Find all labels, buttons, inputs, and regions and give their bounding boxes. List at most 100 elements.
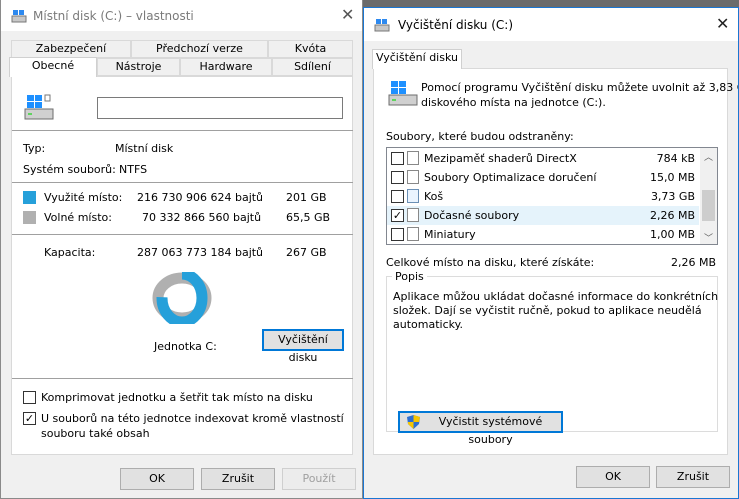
disk-cleanup-icon bbox=[374, 19, 390, 32]
ok-button[interactable]: OK bbox=[120, 468, 194, 490]
type-label: Typ: bbox=[23, 142, 46, 155]
description-text-line2: složek. Dají se vyčistit ručně, pokud to… bbox=[393, 304, 702, 317]
disk-cleanup-button[interactable]: Vyčištění disku bbox=[262, 329, 344, 364]
tab-security[interactable]: Zabezpečení bbox=[11, 40, 131, 58]
tab-sharing-label: Sdílení bbox=[294, 60, 331, 73]
total-space-label: Celkové místo na disku, které získáte: bbox=[386, 256, 595, 269]
properties-titlebar[interactable]: Místní disk (C:) – vlastnosti ✕ bbox=[1, 0, 362, 31]
list-scrollbar[interactable]: ︿ ﹀ bbox=[700, 148, 717, 244]
item-checkbox[interactable] bbox=[391, 190, 404, 203]
item-checkbox[interactable]: ✓ bbox=[391, 209, 404, 222]
drive-icon bbox=[11, 10, 27, 23]
divider bbox=[12, 234, 353, 235]
item-size: 3,73 GB bbox=[650, 190, 695, 203]
close-icon[interactable]: ✕ bbox=[716, 16, 729, 32]
index-label-line1: U souborů na této jednotce indexovat kro… bbox=[41, 412, 344, 425]
drive-large-icon bbox=[24, 94, 54, 120]
compress-label: Komprimovat jednotku a šetřit tak místo … bbox=[41, 391, 313, 404]
item-checkbox[interactable] bbox=[391, 228, 404, 241]
cleanup-title: Vyčištění disku (C:) bbox=[398, 18, 514, 32]
properties-dialog: Místní disk (C:) – vlastnosti ✕ Zabezpeč… bbox=[0, 0, 363, 499]
divider bbox=[12, 182, 353, 183]
apply-button[interactable]: Použít bbox=[282, 468, 356, 490]
compress-checkbox[interactable] bbox=[23, 391, 36, 404]
tab-disk-cleanup[interactable]: Vyčištění disku bbox=[372, 49, 462, 69]
free-color-swatch bbox=[23, 211, 36, 224]
cleanup-panel: Pomocí programu Vyčištění disku můžete u… bbox=[373, 68, 738, 455]
tab-quota[interactable]: Kvóta bbox=[268, 40, 353, 58]
uac-shield-icon bbox=[407, 415, 420, 429]
item-checkbox[interactable] bbox=[391, 171, 404, 184]
close-icon[interactable]: ✕ bbox=[341, 7, 354, 23]
drive-name-input[interactable] bbox=[97, 97, 343, 119]
item-size: 1,00 MB bbox=[649, 228, 695, 241]
disk-cleanup-large-icon bbox=[388, 81, 418, 106]
tab-general-label: Obecné bbox=[31, 59, 75, 72]
used-gb: 201 GB bbox=[286, 191, 327, 204]
free-label: Volné místo: bbox=[44, 211, 112, 224]
list-item[interactable]: Soubory Optimalizace doručení 15,0 MB bbox=[387, 168, 699, 187]
scrollbar-thumb[interactable] bbox=[702, 190, 715, 221]
item-checkbox[interactable] bbox=[391, 152, 404, 165]
filesystem-value: NTFS bbox=[119, 163, 148, 176]
tab-general[interactable]: Obecné bbox=[9, 57, 97, 77]
index-label-line2: souboru také obsah bbox=[41, 427, 150, 440]
used-label: Využité místo: bbox=[44, 191, 123, 204]
tab-sharing[interactable]: Sdílení bbox=[272, 58, 353, 76]
recycle-bin-icon bbox=[407, 189, 419, 203]
item-size: 2,26 MB bbox=[649, 209, 695, 222]
free-gb: 65,5 GB bbox=[286, 211, 331, 224]
used-color-swatch bbox=[23, 191, 36, 204]
file-icon bbox=[407, 227, 419, 241]
list-item-selected[interactable]: ✓ Dočasné soubory 2,26 MB bbox=[387, 206, 699, 225]
capacity-gb: 267 GB bbox=[286, 246, 327, 259]
files-to-delete-label: Soubory, které budou odstraněny: bbox=[386, 130, 574, 143]
item-name: Miniatury bbox=[424, 228, 476, 241]
used-bytes: 216 730 906 624 bajtů bbox=[137, 191, 264, 204]
type-value: Místní disk bbox=[115, 142, 174, 155]
item-size: 15,0 MB bbox=[649, 171, 695, 184]
description-text-line1: Aplikace můžou ukládat dočasné informace… bbox=[393, 290, 719, 303]
intro-text-line1: Pomocí programu Vyčištění disku můžete u… bbox=[421, 81, 739, 94]
clean-system-files-button[interactable]: Vyčistit systémové soubory bbox=[398, 411, 563, 446]
usage-donut-chart bbox=[152, 272, 212, 324]
item-name: Soubory Optimalizace doručení bbox=[424, 171, 597, 184]
intro-text-line2: diskového místa na jednotce (C:). bbox=[421, 96, 606, 109]
disk-cleanup-dialog: Vyčištění disku (C:) ✕ Vyčištění disku P… bbox=[363, 7, 739, 499]
list-item[interactable]: Miniatury 1,00 MB bbox=[387, 225, 699, 244]
index-checkbox[interactable]: ✓ bbox=[23, 412, 36, 425]
file-icon bbox=[407, 151, 419, 165]
tab-previous-versions[interactable]: Předchozí verze bbox=[131, 40, 268, 58]
scroll-down-icon[interactable]: ﹀ bbox=[704, 231, 713, 244]
divider bbox=[12, 130, 353, 131]
list-item[interactable]: Koš 3,73 GB bbox=[387, 187, 699, 206]
description-label: Popis bbox=[392, 270, 427, 283]
list-item[interactable]: Mezipaměť shaderů DirectX 784 kB bbox=[387, 149, 699, 168]
tab-hardware-label: Hardware bbox=[199, 60, 253, 73]
cancel-button[interactable]: Zrušit bbox=[656, 466, 730, 488]
capacity-bytes: 287 063 773 184 bajtů bbox=[137, 246, 264, 259]
tab-tools-label: Nástroje bbox=[115, 60, 162, 73]
description-text-line3: automaticky. bbox=[393, 318, 464, 331]
tab-quota-label: Kvóta bbox=[294, 42, 327, 55]
drive-letter-label: Jednotka C: bbox=[154, 340, 217, 353]
ok-button[interactable]: OK bbox=[576, 466, 650, 488]
files-list[interactable]: Mezipaměť shaderů DirectX 784 kB Soubory… bbox=[386, 147, 718, 245]
divider bbox=[12, 378, 353, 379]
item-name: Koš bbox=[424, 190, 444, 203]
file-icon bbox=[407, 208, 419, 222]
total-space-value: 2,26 MB bbox=[671, 256, 717, 269]
cleanup-titlebar[interactable]: Vyčištění disku (C:) ✕ bbox=[364, 8, 738, 41]
free-bytes: 70 332 866 560 bajtů bbox=[142, 211, 262, 224]
tab-previous-versions-label: Předchozí verze bbox=[156, 42, 243, 55]
general-panel: Typ: Místní disk Systém souborů: NTFS Vy… bbox=[11, 76, 353, 455]
scroll-up-icon[interactable]: ︿ bbox=[704, 150, 713, 163]
tab-hardware[interactable]: Hardware bbox=[180, 58, 272, 76]
item-name: Mezipaměť shaderů DirectX bbox=[424, 152, 577, 165]
capacity-label: Kapacita: bbox=[44, 246, 96, 259]
cancel-button[interactable]: Zrušit bbox=[201, 468, 275, 490]
item-name: Dočasné soubory bbox=[424, 209, 520, 222]
tab-disk-cleanup-label: Vyčištění disku bbox=[376, 51, 458, 64]
filesystem-label: Systém souborů: bbox=[23, 163, 116, 176]
tab-tools[interactable]: Nástroje bbox=[97, 58, 180, 76]
